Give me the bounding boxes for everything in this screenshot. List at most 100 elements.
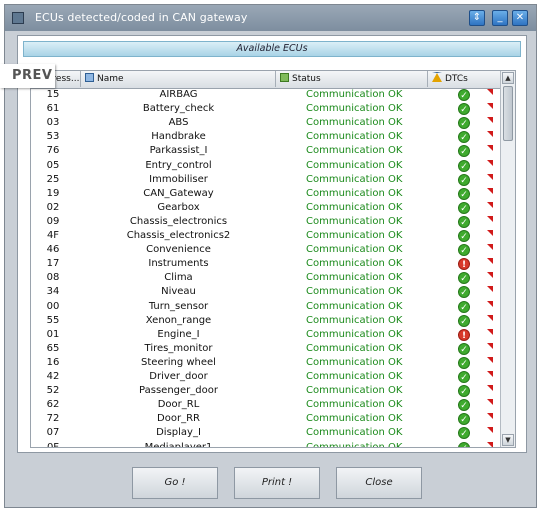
corner-marker-icon — [487, 328, 493, 335]
check-icon[interactable]: ✓ — [458, 89, 470, 101]
title-bar[interactable]: ECUs detected/coded in CAN gateway ⇕ _ ✕ — [5, 5, 536, 31]
ecu-status: Communication OK — [306, 117, 403, 129]
scroll-thumb[interactable] — [503, 86, 513, 141]
table-row[interactable]: 61 Battery_check Communication OK ✓ — [31, 102, 501, 116]
table-row[interactable]: 52 Passenger_door Communication OK ✓ — [31, 384, 501, 398]
check-icon[interactable]: ✓ — [458, 173, 470, 186]
ecu-panel: Available ECUs Address... Name Status DT… — [17, 35, 527, 453]
check-icon[interactable]: ✓ — [458, 159, 470, 172]
corner-marker-icon — [487, 187, 493, 194]
column-name[interactable]: Name — [81, 71, 276, 87]
ecu-address: 53 — [46, 131, 60, 143]
ecu-status: Communication OK — [306, 385, 403, 397]
table-row[interactable]: 16 Steering wheel Communication OK ✓ — [31, 356, 501, 370]
ecu-name: Display_I — [156, 427, 201, 439]
table-row[interactable]: 02 Gearbox Communication OK ✓ — [31, 201, 501, 215]
check-icon[interactable]: ✓ — [458, 413, 470, 426]
check-icon[interactable]: ✓ — [458, 131, 470, 144]
ecu-address: 61 — [46, 103, 60, 115]
ecu-address: 19 — [46, 187, 60, 199]
ecu-name: Steering wheel — [141, 356, 216, 368]
check-icon[interactable]: ✓ — [458, 117, 470, 130]
error-icon[interactable]: ! — [458, 328, 470, 341]
column-status[interactable]: Status — [276, 71, 428, 87]
table-row[interactable]: 42 Driver_door Communication OK ✓ — [31, 370, 501, 384]
check-icon[interactable]: ✓ — [458, 272, 470, 285]
check-icon[interactable]: ✓ — [458, 371, 470, 383]
ecu-address: 65 — [46, 342, 60, 354]
ecu-window: ECUs detected/coded in CAN gateway ⇕ _ ✕… — [4, 4, 537, 508]
table-row[interactable]: 34 Niveau Communication OK ✓ — [31, 285, 501, 299]
ecu-address: 4F — [46, 230, 60, 241]
close-button[interactable]: Close — [336, 467, 422, 499]
check-icon[interactable]: ✓ — [458, 103, 470, 116]
go-button[interactable]: Go ! — [132, 467, 218, 499]
table-row[interactable]: 17 Instruments Communication OK! — [31, 257, 501, 271]
table-row[interactable]: 08 Clima Communication OK ✓ — [31, 271, 501, 285]
ecu-address: 08 — [46, 272, 60, 284]
check-icon[interactable]: ✓ — [458, 314, 470, 327]
vertical-scrollbar[interactable]: ▲ ▼ — [500, 71, 515, 447]
table-row[interactable]: 15 AIRBAG Communication OK ✓ — [31, 88, 501, 102]
column-dtcs[interactable]: DTCs — [428, 71, 501, 87]
corner-marker-icon — [487, 215, 493, 222]
ecu-table: Address... Name Status DTCs 15 AIRBAG Comm… — [30, 70, 516, 448]
scroll-up-icon[interactable]: ▲ — [502, 72, 514, 84]
ecu-status: Communication OK — [306, 103, 403, 115]
table-row[interactable]: 65 Tires_monitor Communication OK ✓ — [31, 342, 501, 356]
table-row[interactable]: 05 Entry_control Communication OK ✓ — [31, 159, 501, 173]
check-icon[interactable]: ✓ — [458, 286, 470, 299]
check-icon[interactable]: ✓ — [458, 342, 470, 355]
scroll-down-icon[interactable]: ▼ — [502, 434, 514, 446]
corner-marker-icon — [487, 230, 493, 236]
check-icon[interactable]: ✓ — [458, 244, 470, 257]
table-row[interactable]: 46 Convenience Communication OK ✓ — [31, 243, 501, 257]
check-icon[interactable]: ✓ — [458, 215, 470, 228]
table-row[interactable]: 4F Chassis_electronics2 Communication OK ✓ — [31, 229, 501, 243]
check-icon[interactable]: ✓ — [458, 385, 470, 398]
close-window-button[interactable]: ✕ — [512, 10, 528, 26]
table-row[interactable]: 01 Engine_I Communication OK! — [31, 328, 501, 342]
ecu-name: CAN_Gateway — [143, 187, 214, 199]
help-button[interactable]: ⇕ — [469, 10, 485, 26]
check-icon[interactable]: ✓ — [458, 300, 470, 313]
check-icon[interactable]: ✓ — [458, 399, 470, 412]
table-row[interactable]: 03 ABS Communication OK ✓ — [31, 116, 501, 130]
check-icon[interactable]: ✓ — [458, 356, 470, 369]
ecu-status: Communication OK — [306, 286, 403, 298]
check-icon[interactable]: ✓ — [458, 230, 470, 242]
ecu-name: ABS — [168, 117, 189, 129]
table-row[interactable]: 0F Mediaplayer1 Communication OK ✓ — [31, 441, 501, 447]
ecu-address: 55 — [46, 314, 60, 326]
table-row[interactable]: 62 Door_RL Communication OK ✓ — [31, 398, 501, 412]
table-row[interactable]: 72 Door_RR Communication OK ✓ — [31, 412, 501, 426]
table-row[interactable]: 00 Turn_sensor Communication OK ✓ — [31, 300, 501, 314]
corner-marker-icon — [487, 441, 493, 447]
error-icon[interactable]: ! — [458, 258, 470, 271]
ecu-name: Door_RR — [157, 413, 200, 425]
table-row[interactable]: 53 Handbrake Communication OK ✓ — [31, 130, 501, 144]
ecu-status: Communication OK — [306, 413, 403, 425]
table-row[interactable]: 76 Parkassist_I Communication OK ✓ — [31, 144, 501, 158]
minimize-button[interactable]: _ — [492, 10, 508, 26]
corner-marker-icon — [487, 244, 493, 251]
ecu-name: AIRBAG — [159, 89, 198, 100]
table-row[interactable]: 25 Immobiliser Communication OK ✓ — [31, 173, 501, 187]
ecu-status: Communication OK — [306, 272, 403, 284]
check-icon[interactable]: ✓ — [458, 441, 470, 447]
table-row[interactable]: 09 Chassis_electronics Communication OK ✓ — [31, 215, 501, 229]
table-row[interactable]: 19 CAN_Gateway Communication OK ✓ — [31, 187, 501, 201]
check-icon[interactable]: ✓ — [458, 201, 470, 214]
prev-button[interactable]: PREV — [0, 64, 55, 88]
check-icon[interactable]: ✓ — [458, 427, 470, 440]
check-icon[interactable]: ✓ — [458, 145, 470, 158]
corner-marker-icon — [487, 159, 493, 166]
ecu-name: Xenon_range — [145, 314, 212, 326]
ecu-address: 34 — [46, 286, 60, 298]
print-button[interactable]: Print ! — [234, 467, 320, 499]
ecu-address: 09 — [46, 215, 60, 227]
table-row[interactable]: 07 Display_I Communication OK ✓ — [31, 426, 501, 440]
table-row[interactable]: 55 Xenon_range Communication OK ✓ — [31, 314, 501, 328]
group-title: Available ECUs — [23, 41, 521, 57]
check-icon[interactable]: ✓ — [458, 187, 470, 200]
